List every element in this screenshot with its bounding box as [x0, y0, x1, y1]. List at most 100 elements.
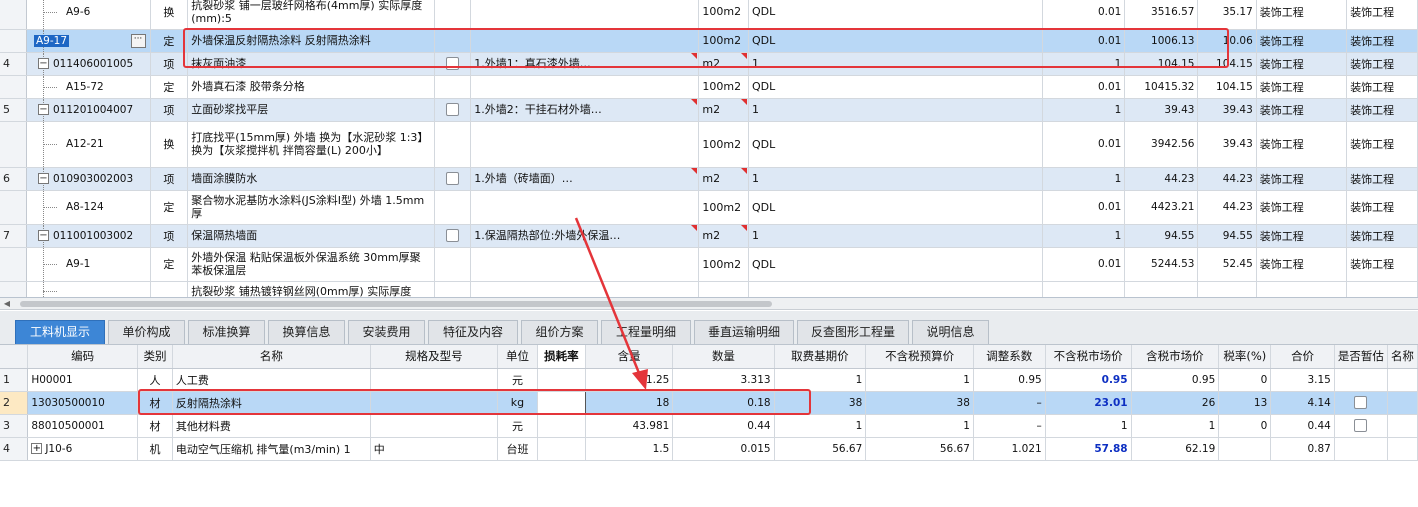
tax-market-price[interactable]: 0.95: [1131, 368, 1220, 392]
item-name[interactable]: 聚合物水泥基防水涂料(JS涂料I型) 外墙 1.5mm厚: [187, 190, 436, 225]
quantity-expr[interactable]: [748, 281, 1044, 297]
resource-code[interactable]: H00001: [31, 374, 72, 386]
horizontal-scrollbar[interactable]: ◀: [0, 298, 1418, 310]
minus-box-icon[interactable]: −: [37, 173, 49, 184]
column-header[interactable]: 税率(%): [1218, 345, 1272, 369]
column-header[interactable]: 调整系数: [973, 345, 1046, 369]
quantity-expr[interactable]: QDL: [748, 0, 1044, 30]
resource-row[interactable]: 4 + J10-6 机电动空气压缩机 排气量(m3/min) 1 中台班 1.5 0.015…: [0, 437, 1418, 461]
tab-reverse-graphic-quantity[interactable]: 反查图形工程量: [797, 320, 909, 344]
resource-code[interactable]: J10-6: [45, 443, 72, 455]
resource-quantity[interactable]: 0.015: [672, 437, 775, 461]
column-header[interactable]: 含税市场价: [1131, 345, 1220, 369]
specialty-2[interactable]: 装饰工程: [1346, 52, 1418, 76]
item-unit[interactable]: 100m2: [702, 138, 741, 151]
column-header[interactable]: 单位: [497, 345, 538, 369]
quota-row[interactable]: A8-124 定聚合物水泥基防水涂料(JS涂料I型) 外墙 1.5mm厚 100m2…: [0, 190, 1418, 225]
tax-market-price[interactable]: 26: [1131, 391, 1220, 415]
adjust-coef[interactable]: –: [973, 414, 1046, 438]
specialty-2[interactable]: 装饰工程: [1346, 29, 1418, 53]
checkbox[interactable]: [446, 57, 460, 71]
market-price[interactable]: 0.95: [1045, 368, 1132, 392]
tab-description-info[interactable]: 说明信息: [912, 320, 989, 344]
market-price[interactable]: 57.88: [1045, 437, 1132, 461]
item-unit[interactable]: m2: [702, 229, 720, 242]
item-unit[interactable]: 100m2: [702, 5, 741, 18]
quota-row[interactable]: A9-1 定外墙外保温 粘贴保温板外保温系统 30mm厚聚苯板保温层 100m2 QD…: [0, 247, 1418, 282]
specialty[interactable]: 装饰工程: [1256, 29, 1348, 53]
quantity-expr[interactable]: 1: [748, 52, 1044, 76]
quota-row[interactable]: A9-17 ··· 定外墙保温反射隔热涂料 反射隔热涂料 100m2 QDL 0.01 10…: [0, 29, 1418, 53]
tab-unit-price-composition[interactable]: 单价构成: [108, 320, 185, 344]
quantity[interactable]: 1: [1042, 167, 1126, 191]
item-name[interactable]: 外墙外保温 粘贴保温板外保温系统 30mm厚聚苯板保温层: [187, 247, 436, 282]
column-header[interactable]: 规格及型号: [370, 345, 499, 369]
resource-code[interactable]: 88010500001: [31, 420, 105, 432]
item-name[interactable]: 立面砂浆找平层: [187, 98, 436, 122]
specialty-2[interactable]: 装饰工程: [1346, 0, 1418, 30]
column-header[interactable]: 损耗率: [537, 345, 586, 369]
tax-market-price[interactable]: 1: [1131, 414, 1220, 438]
quantity-expr[interactable]: QDL: [748, 247, 1044, 282]
resource-spec[interactable]: 中: [370, 437, 499, 461]
item-name[interactable]: 保温隔热墙面: [187, 224, 436, 248]
specialty[interactable]: 装饰工程: [1256, 190, 1348, 225]
item-features[interactable]: 1.保温隔热部位:外墙外保温…: [474, 229, 620, 242]
provisional-checkbox[interactable]: [1354, 419, 1368, 433]
item-unit[interactable]: m2: [702, 57, 720, 70]
checkbox[interactable]: [446, 103, 460, 117]
item-name[interactable]: 抗裂砂浆 铺一层玻纤网格布(4mm厚) 实际厚度(mm):5: [187, 0, 436, 30]
quantity[interactable]: 1: [1042, 52, 1126, 76]
item-unit[interactable]: 100m2: [702, 34, 741, 47]
quota-row[interactable]: 抗裂砂浆 铺热镀锌钢丝网(0mm厚) 实际厚度: [0, 281, 1418, 297]
market-price[interactable]: 1: [1045, 414, 1132, 438]
resource-name[interactable]: 其他材料费: [172, 414, 371, 438]
loss-rate-input[interactable]: [537, 368, 586, 392]
resource-code[interactable]: 13030500010: [31, 397, 105, 409]
resource-grid[interactable]: 编码 类别 名称 规格及型号 单位 损耗率 含量 数量 取费基期价 不含税预算价 调整系数 不含税市场…: [0, 345, 1418, 507]
content[interactable]: 1.25: [585, 368, 674, 392]
resource-name[interactable]: 人工费: [172, 368, 371, 392]
specialty-2[interactable]: 装饰工程: [1346, 167, 1418, 191]
specialty-2[interactable]: 装饰工程: [1346, 224, 1418, 248]
content[interactable]: 18: [585, 391, 674, 415]
quantity-expr[interactable]: QDL: [748, 75, 1044, 99]
tax-rate[interactable]: 0: [1218, 368, 1272, 392]
scroll-left-icon[interactable]: ◀: [2, 298, 12, 310]
resource-row[interactable]: 3 88010500001 材其他材料费元 43.981 0.44 1 1–1 1 0 0.44: [0, 414, 1418, 438]
quantity-expr[interactable]: 1: [748, 224, 1044, 248]
specialty[interactable]: 装饰工程: [1256, 224, 1348, 248]
item-name[interactable]: 外墙保温反射隔热涂料 反射隔热涂料: [187, 29, 436, 53]
item-features[interactable]: 1.外墙2：干挂石材外墙…: [474, 103, 602, 116]
specialty[interactable]: 装饰工程: [1256, 52, 1348, 76]
item-name[interactable]: 抗裂砂浆 铺热镀锌钢丝网(0mm厚) 实际厚度: [187, 281, 436, 297]
column-header[interactable]: 类别: [137, 345, 173, 369]
column-header[interactable]: 不含税市场价: [1045, 345, 1132, 369]
tax-rate[interactable]: [1218, 437, 1272, 461]
column-header[interactable]: 是否暂估: [1334, 345, 1388, 369]
loss-rate-input[interactable]: [537, 414, 586, 438]
market-price[interactable]: 23.01: [1045, 391, 1132, 415]
tax-rate[interactable]: 13: [1218, 391, 1272, 415]
adjust-coef[interactable]: –: [973, 391, 1046, 415]
minus-box-icon[interactable]: −: [37, 58, 49, 69]
provisional-checkbox[interactable]: [1354, 396, 1368, 410]
quantity[interactable]: 0.01: [1042, 247, 1126, 282]
item-features[interactable]: 1.外墙1：真石漆外墙…: [474, 57, 591, 70]
item-name[interactable]: 墙面涂膜防水: [187, 167, 436, 191]
ellipsis-icon[interactable]: ···: [130, 33, 146, 48]
minus-box-icon[interactable]: −: [37, 230, 49, 241]
resource-row[interactable]: 2 13030500010 材反射隔热涂料 kg 18 0.18 38 38–23.01 26 1…: [0, 390, 1418, 415]
column-header[interactable]: 不含税预算价: [865, 345, 974, 369]
adjust-coef[interactable]: 1.021: [973, 437, 1046, 461]
content[interactable]: 43.981: [585, 414, 674, 438]
specialty[interactable]: [1256, 281, 1348, 297]
quantity[interactable]: 0.01: [1042, 0, 1126, 30]
tab-standard-conversion[interactable]: 标准换算: [188, 320, 265, 344]
bill-item-row[interactable]: 4−011406001005 项抹灰面油漆 1.外墙1：真石漆外墙… m2 1 1 104.…: [0, 52, 1418, 76]
quantity-expr[interactable]: QDL: [748, 121, 1044, 168]
loss-rate-input[interactable]: [536, 390, 586, 415]
quantity[interactable]: 0.01: [1042, 190, 1126, 225]
quantity-expr[interactable]: 1: [748, 98, 1044, 122]
quantity[interactable]: 0.01: [1042, 75, 1126, 99]
